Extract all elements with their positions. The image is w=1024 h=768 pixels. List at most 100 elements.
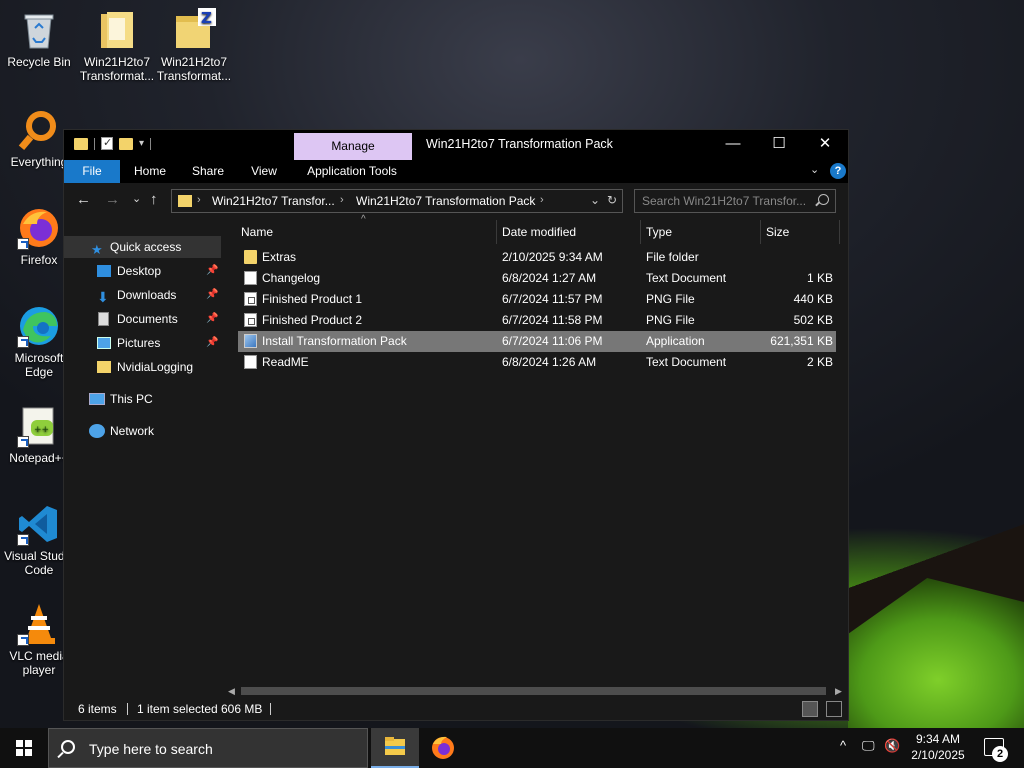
nav-item-pictures[interactable]: Pictures 📌 bbox=[64, 332, 221, 354]
vscode-icon bbox=[17, 502, 61, 546]
file-name: ReadME bbox=[262, 355, 309, 369]
title-bar[interactable]: ▾ Manage Win21H2to7 Transformation Pack … bbox=[64, 130, 848, 160]
file-type: File folder bbox=[646, 250, 699, 264]
nav-item-downloads[interactable]: ⬇ Downloads 📌 bbox=[64, 284, 221, 306]
properties-icon[interactable] bbox=[101, 136, 113, 150]
firefox-icon bbox=[17, 206, 61, 250]
column-header-name[interactable]: Name bbox=[241, 218, 273, 246]
tab-view[interactable]: View bbox=[240, 160, 288, 183]
back-arrow-icon[interactable]: ← bbox=[76, 191, 91, 208]
taskbar: Type here to search ^ 🖵 🔇 9:34 AM 2/10/2… bbox=[0, 728, 1024, 768]
table-row[interactable]: Finished Product 1 6/7/2024 11:57 PM PNG F… bbox=[238, 289, 836, 310]
tab-file[interactable]: File bbox=[64, 160, 120, 183]
pin-icon[interactable]: 📌 bbox=[206, 260, 218, 282]
breadcrumb-current[interactable]: Win21H2to7 Transformation Pack bbox=[356, 194, 535, 208]
scrollbar-thumb[interactable] bbox=[241, 687, 826, 695]
nav-item-desktop[interactable]: Desktop 📌 bbox=[64, 260, 221, 282]
application-icon bbox=[244, 334, 257, 348]
show-hidden-icons-chevron-icon[interactable]: ^ bbox=[840, 738, 846, 753]
file-date-modified: 6/7/2024 11:58 PM bbox=[502, 313, 603, 327]
network-status-icon[interactable]: 🖵 bbox=[862, 738, 875, 754]
table-row[interactable]: Changelog 6/8/2024 1:27 AM Text Document 1 … bbox=[238, 268, 836, 289]
scroll-right-arrow-icon[interactable]: ▶ bbox=[835, 684, 842, 698]
close-button[interactable]: ✕ bbox=[802, 130, 848, 160]
clock-time: 9:34 AM bbox=[915, 732, 961, 746]
refresh-icon[interactable]: ↻ bbox=[607, 193, 617, 207]
desktop-icon-label: Recycle Bin bbox=[7, 55, 71, 69]
tab-home[interactable]: Home bbox=[126, 160, 174, 183]
search-box[interactable]: Search Win21H2to7 Transfor... bbox=[634, 189, 836, 213]
nav-item-quick-access[interactable]: ★ Quick access bbox=[64, 236, 221, 258]
column-header-size[interactable]: Size bbox=[766, 218, 789, 246]
customize-toolbar-dropdown-icon[interactable]: ▾ bbox=[139, 138, 144, 149]
address-dropdown-chevron-icon[interactable]: ⌄ bbox=[590, 193, 600, 207]
desktop-icon-transformation-zip[interactable]: Z Win21H2to7 Transformat... bbox=[155, 8, 233, 83]
maximize-button[interactable]: ☐ bbox=[756, 130, 802, 160]
column-divider[interactable] bbox=[496, 220, 497, 244]
pin-icon[interactable]: 📌 bbox=[206, 284, 218, 306]
breadcrumb-separator-icon[interactable]: › bbox=[197, 194, 201, 206]
table-row[interactable]: Extras 2/10/2025 9:34 AM File folder bbox=[238, 247, 836, 268]
download-arrow-icon: ⬇ bbox=[97, 289, 109, 305]
nav-item-nvidialogging[interactable]: NvidiaLogging bbox=[64, 356, 221, 378]
new-folder-icon[interactable] bbox=[119, 137, 133, 150]
file-size: 440 KB bbox=[793, 292, 833, 306]
recycle-bin-icon bbox=[17, 8, 61, 52]
column-divider[interactable] bbox=[760, 220, 761, 244]
forward-arrow-icon[interactable]: → bbox=[105, 191, 120, 208]
nav-item-label: Quick access bbox=[110, 240, 182, 254]
file-type: Application bbox=[646, 334, 705, 348]
nav-item-label: Documents bbox=[117, 312, 178, 326]
large-icons-view-icon[interactable] bbox=[826, 701, 842, 717]
pin-icon[interactable]: 📌 bbox=[206, 308, 218, 330]
start-button[interactable] bbox=[0, 728, 48, 768]
svg-text:Z: Z bbox=[201, 9, 212, 27]
item-count: 6 items bbox=[78, 702, 117, 716]
table-row[interactable]: Install Transformation Pack 6/7/2024 11:0… bbox=[238, 331, 836, 352]
breadcrumb-parent[interactable]: Win21H2to7 Transfor... bbox=[212, 194, 335, 208]
nav-item-label: Pictures bbox=[117, 336, 161, 350]
taskbar-search-box[interactable]: Type here to search bbox=[48, 728, 368, 768]
nav-item-network[interactable]: Network bbox=[64, 420, 221, 442]
column-header-date-modified[interactable]: Date modified bbox=[502, 218, 576, 246]
breadcrumb-separator-icon[interactable]: › bbox=[340, 194, 344, 206]
taskbar-firefox[interactable] bbox=[419, 728, 467, 768]
expand-ribbon-chevron-icon[interactable]: ⌄ bbox=[810, 163, 819, 176]
nav-item-label: This PC bbox=[110, 392, 153, 406]
table-row[interactable]: Finished Product 2 6/7/2024 11:58 PM PNG F… bbox=[238, 310, 836, 331]
taskbar-file-explorer[interactable] bbox=[371, 728, 419, 768]
file-type: PNG File bbox=[646, 292, 695, 306]
column-header-type[interactable]: Type bbox=[646, 218, 672, 246]
file-name: Changelog bbox=[262, 271, 321, 285]
tab-manage[interactable]: Manage bbox=[294, 133, 412, 160]
system-clock[interactable]: 9:34 AM 2/10/2025 bbox=[902, 731, 974, 763]
ribbon-tabs: File Home Share View Application Tools ⌄… bbox=[64, 160, 848, 183]
nav-item-this-pc[interactable]: This PC bbox=[64, 388, 221, 410]
details-view-icon[interactable] bbox=[802, 701, 818, 717]
up-arrow-icon[interactable]: ↑ bbox=[150, 191, 158, 208]
column-divider[interactable] bbox=[839, 220, 840, 244]
recent-locations-chevron-icon[interactable]: ⌄ bbox=[132, 192, 141, 205]
minimize-button[interactable]: — bbox=[710, 130, 756, 160]
computer-icon bbox=[89, 393, 105, 405]
volume-muted-icon[interactable]: 🔇 bbox=[884, 738, 900, 754]
table-row[interactable]: ReadME 6/8/2024 1:26 AM Text Document 2 KB bbox=[238, 352, 836, 373]
scroll-left-arrow-icon[interactable]: ◀ bbox=[228, 684, 235, 698]
pin-icon[interactable]: 📌 bbox=[206, 332, 218, 354]
desktop-icon bbox=[97, 265, 111, 277]
desktop-icon-transformation-folder[interactable]: Win21H2to7 Transformat... bbox=[78, 8, 156, 83]
help-icon[interactable]: ? bbox=[830, 163, 846, 179]
address-bar[interactable]: › Win21H2to7 Transfor... › Win21H2to7 Tr… bbox=[171, 189, 623, 213]
search-input-placeholder[interactable]: Search Win21H2to7 Transfor... bbox=[642, 194, 812, 208]
horizontal-scrollbar[interactable]: ◀ ▶ bbox=[221, 684, 848, 698]
tab-application-tools[interactable]: Application Tools bbox=[300, 160, 404, 183]
tab-share[interactable]: Share bbox=[184, 160, 232, 183]
pictures-icon bbox=[97, 337, 111, 349]
breadcrumb-separator-icon[interactable]: › bbox=[540, 194, 544, 206]
file-type: Text Document bbox=[646, 271, 727, 285]
nav-item-documents[interactable]: Documents 📌 bbox=[64, 308, 221, 330]
file-size: 1 KB bbox=[806, 271, 833, 285]
desktop-icon-recycle-bin[interactable]: Recycle Bin bbox=[0, 8, 78, 69]
column-divider[interactable] bbox=[640, 220, 641, 244]
quick-access-toolbar: ▾ bbox=[74, 136, 152, 150]
